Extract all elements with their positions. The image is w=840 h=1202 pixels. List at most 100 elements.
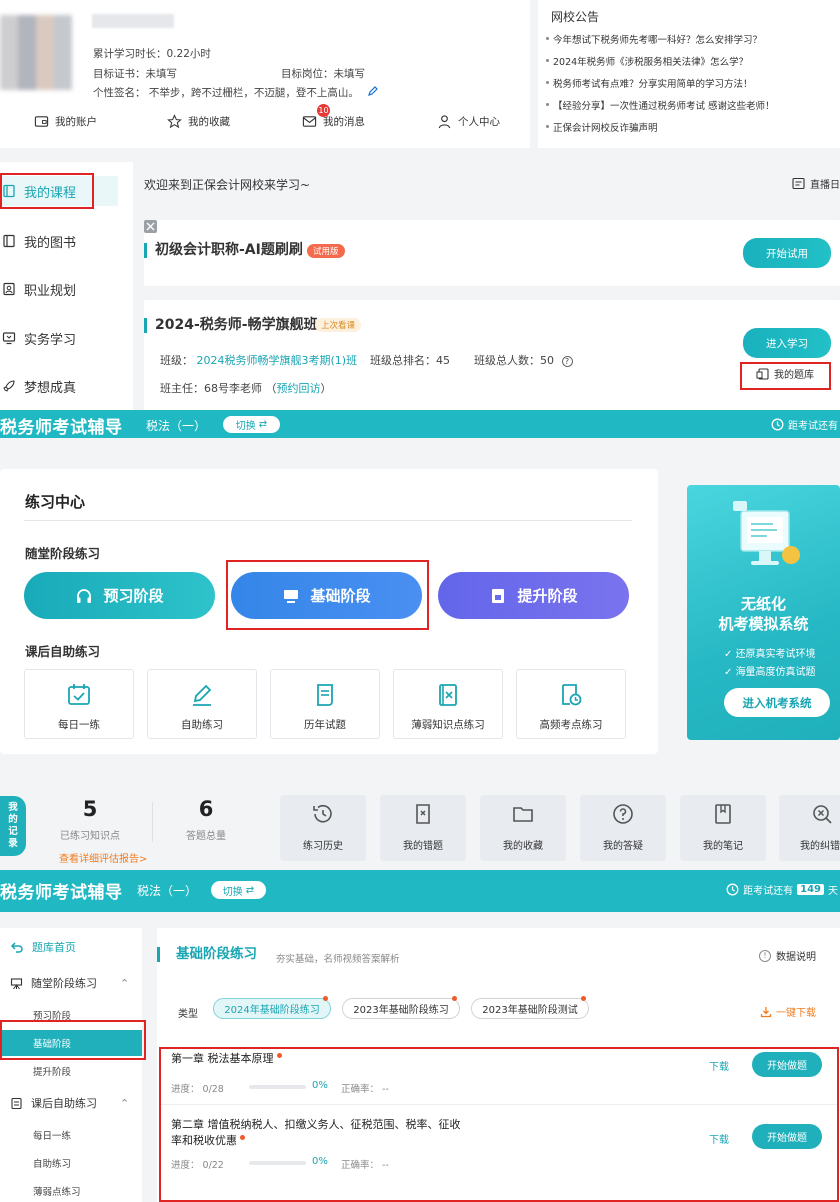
stat-total-answers-value: 6 — [198, 797, 214, 821]
record-tile-history[interactable]: 练习历史 — [280, 795, 366, 861]
clock-icon — [726, 883, 739, 896]
notice-item[interactable]: 【经验分享】一次性通过税务师考试 感谢这些老师！ — [546, 98, 775, 112]
view-report-link[interactable]: 查看详细评估报告> — [59, 850, 147, 865]
help-icon[interactable]: ? — [561, 355, 573, 367]
course-main: 欢迎来到正保会计网校来学习~ 直播日 初级会计职称-AI题刷刷 试用版 开始试用… — [140, 162, 840, 410]
notice-item[interactable]: 正保会计网校反诈骗声明 — [546, 120, 658, 134]
chip-2024-basic-practice[interactable]: 2024年基础阶段练习 — [213, 996, 331, 1019]
sidebar-group-self[interactable]: 课后自助练习 ⌃ — [10, 1095, 129, 1111]
edit-icon[interactable] — [368, 86, 379, 96]
stat-total-answers-label: 答题总量 — [186, 831, 226, 842]
chip-2023-basic-practice[interactable]: 2023年基础阶段练习 — [342, 996, 460, 1019]
stat-practiced-points-label: 已练习知识点 — [60, 831, 120, 842]
chevron-up-icon: ⌃ — [120, 976, 130, 990]
profile-tabs: 我的账户 我的收藏 我的消息 个人中心 — [0, 112, 530, 134]
banner-subject: 税法（一） — [146, 419, 207, 433]
countdown-days: 149 — [797, 884, 824, 895]
tab-my-account[interactable]: 我的账户 — [34, 114, 97, 129]
section-stage-practice: 随堂阶段练习 — [25, 546, 101, 561]
notice-panel: 网校公告 今年想试下税务师先考哪一科好？怎么安排学习？ 2024年税务师《涉税服… — [538, 0, 840, 148]
tile-daily-practice[interactable]: 每日一练 — [24, 669, 134, 739]
exam-banner: 税务师考试辅导 税法（一） 切换 ⇄ 距考试还有 — [0, 410, 840, 438]
folder-icon — [513, 807, 533, 822]
stage-advanced-button[interactable]: 提升阶段 — [438, 572, 629, 619]
tile-hot-points[interactable]: 高频考点练习 — [516, 669, 626, 739]
course-card-tax: 2024-税务师-畅学旗舰班 上次看课 班级： 2024税务师畅学旗舰3考期(1… — [144, 300, 840, 410]
tile-weak-points[interactable]: 薄弱知识点练习 — [393, 669, 503, 739]
close-icon[interactable] — [144, 220, 157, 233]
exam-system-promo: 无纸化 机考模拟系统 ✓ 还原真实考试环境 ✓ 海量高度仿真试题 进入机考系统 — [687, 485, 840, 740]
calendar-icon — [792, 177, 805, 190]
swap-icon: ⇄ — [245, 884, 255, 896]
enter-study-button[interactable]: 进入学习 — [743, 328, 831, 358]
mail-icon — [302, 116, 317, 127]
sidebar-item-weak[interactable]: 薄弱点练习 — [33, 1184, 81, 1198]
tile-past-exams[interactable]: 历年试题 — [270, 669, 380, 739]
live-calendar-link[interactable]: 直播日 — [792, 176, 840, 191]
document-icon — [317, 684, 333, 706]
rocket-icon — [3, 380, 15, 392]
start-trial-button[interactable]: 开始试用 — [743, 238, 831, 268]
banner-title: 税务师考试辅导 — [0, 418, 123, 438]
error-circle-icon — [813, 805, 832, 824]
record-tile-notes[interactable]: 我的笔记 — [680, 795, 766, 861]
username-blurred — [92, 14, 174, 28]
course-card-ai: 初级会计职称-AI题刷刷 试用版 开始试用 — [144, 220, 840, 286]
highlight-basic-stage — [226, 560, 429, 630]
computer-illustration-icon — [733, 501, 800, 565]
welcome-text: 欢迎来到正保会计网校来学习~ — [144, 178, 311, 192]
tab-my-favorites[interactable]: 我的收藏 — [167, 114, 230, 129]
record-tile-corrections[interactable]: 我的纠错 — [779, 795, 840, 861]
sidebar-item-practice[interactable]: 实务学习 — [0, 323, 133, 353]
chevron-up-icon: ⌃ — [120, 1096, 130, 1110]
tab-personal-center[interactable]: 个人中心 — [437, 114, 500, 129]
tile-self-practice[interactable]: 自助练习 — [147, 669, 257, 739]
record-tile-mistakes[interactable]: 我的错题 — [380, 795, 466, 861]
enter-exam-system-button[interactable]: 进入机考系统 — [724, 688, 830, 717]
signature: 个性签名： 不举步，跨不过栅栏，不迈腿，登不上高山。 — [93, 85, 379, 100]
notice-item[interactable]: 2024年税务师《涉税服务相关法律》怎么学？ — [545, 54, 748, 68]
practice-center-section: 税务师考试辅导 税法（一） 切换 ⇄ 距考试还有 练习中心 随堂阶段练习 预习阶… — [0, 410, 840, 868]
sidebar-item-self[interactable]: 自助练习 — [33, 1156, 71, 1170]
sidebar-item-my-books[interactable]: 我的图书 — [0, 226, 133, 256]
sidebar-item-dream[interactable]: 梦想成真 — [0, 371, 133, 401]
avatar[interactable] — [0, 15, 72, 90]
sidebar-group-stage[interactable]: 随堂阶段练习 ⌃ — [10, 975, 129, 991]
star-icon — [167, 114, 182, 129]
sidebar-item-daily[interactable]: 每日一练 — [33, 1128, 71, 1142]
basic-stage-subtitle: 夯实基础，名师视频答案解析 — [276, 954, 400, 965]
download-all-button[interactable]: 一键下载 — [760, 1004, 816, 1019]
record-tile-questions[interactable]: 我的答疑 — [580, 795, 666, 861]
highlight-question-bank — [740, 362, 831, 390]
class-name-link[interactable]: 2024税务师畅学旗舰3考期(1)班 — [197, 354, 358, 367]
basic-stage-section: 税务师考试辅导 税法（一） 切换 ⇄ 距考试还有 149 天 题库首页 随堂阶段… — [0, 868, 840, 1202]
switch-subject-button[interactable]: 切换 ⇄ — [211, 881, 266, 899]
profile-panel: 累计学习时长：0.22小时 目标证书：未填写 目标岗位：未填写 个性签名： 不举… — [0, 0, 530, 148]
user-icon — [438, 115, 451, 129]
sidebar-item-career[interactable]: 职业规划 — [0, 274, 133, 304]
notice-item[interactable]: 税务师考试有点难？分享实用简单的学习方法！ — [546, 76, 753, 90]
exam-countdown: 距考试还有 149 天 — [726, 882, 838, 897]
history-icon — [313, 804, 332, 823]
sidebar-item-home[interactable]: 题库首页 — [10, 939, 76, 955]
appointment-link[interactable]: 预约回访 — [277, 382, 321, 395]
stage-preview-button[interactable]: 预习阶段 — [24, 572, 215, 619]
my-records: 我的记录 5 已练习知识点 6 答题总量 查看详细评估报告> 练习历史 我的错题… — [0, 791, 840, 868]
promo-bullet: ✓ 海量高度仿真试题 — [724, 667, 816, 678]
lock-doc-icon — [492, 588, 505, 603]
data-explanation-link[interactable]: ! 数据说明 — [759, 948, 816, 963]
sidebar-item-advanced[interactable]: 提升阶段 — [33, 1064, 71, 1078]
download-icon — [760, 1006, 772, 1017]
chip-2023-basic-test[interactable]: 2023年基础阶段测试 — [471, 996, 589, 1019]
monitor-icon — [2, 332, 16, 345]
section-self-practice: 课后自助练习 — [25, 644, 101, 659]
record-tile-favorites[interactable]: 我的收藏 — [480, 795, 566, 861]
basic-stage-title: 基础阶段练习 — [157, 947, 257, 962]
notice-item[interactable]: 今年想试下税务师先考哪一科好？怎么安排学习？ — [545, 32, 762, 46]
course-title: 初级会计职称-AI题刷刷 — [144, 243, 303, 258]
banner-subject: 税法（一） — [137, 884, 198, 898]
class-rank: 班级总排名：45 — [370, 354, 450, 367]
tab-my-messages[interactable]: 我的消息 — [302, 114, 365, 129]
doc-clock-icon — [562, 684, 582, 706]
switch-subject-button[interactable]: 切换 ⇄ — [223, 416, 280, 433]
